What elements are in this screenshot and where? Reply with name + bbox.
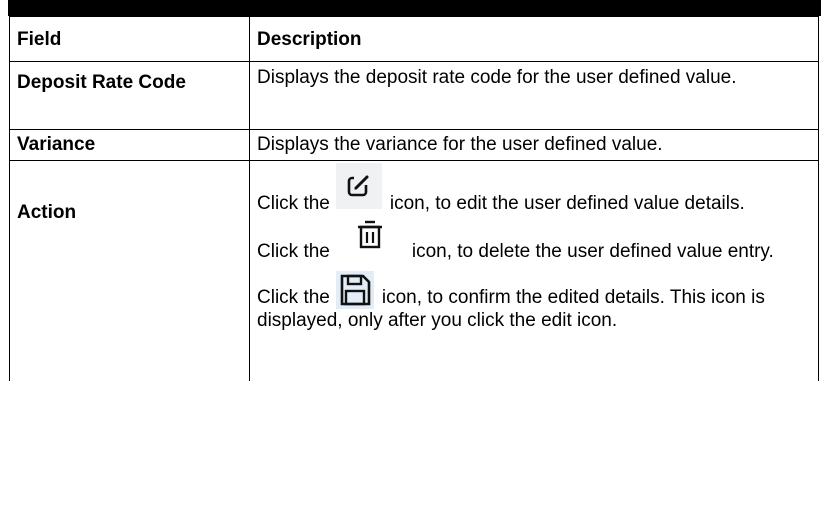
trash-icon	[356, 219, 384, 259]
save-icon	[335, 271, 374, 309]
field-deposit-rate-code: Deposit Rate Code	[9, 61, 250, 130]
table-row: Deposit Rate Code Displays the deposit r…	[9, 61, 819, 130]
field-description-table: Field Description Deposit Rate Code Disp…	[9, 16, 819, 381]
field-action: Action	[9, 160, 250, 381]
field-variance: Variance	[9, 129, 250, 161]
header-description: Description	[249, 16, 819, 62]
table-row: Variance Displays the variance for the u…	[9, 129, 819, 161]
description-variance: Displays the variance for the user defin…	[249, 129, 819, 161]
action-delete-text: Click the icon, to delete the user define…	[257, 215, 808, 263]
action-save-text: Click the icon, to confirm the edited det…	[257, 263, 808, 381]
description-deposit-rate-code: Displays the deposit rate code for the u…	[249, 61, 819, 130]
table-header-row: Field Description	[9, 16, 819, 62]
table-row: Action Click the icon, to edit the user d…	[9, 160, 819, 381]
edit-icon	[335, 163, 382, 209]
header-field: Field	[9, 16, 250, 62]
top-rule	[8, 0, 821, 16]
description-action: Click the icon, to edit the user defined …	[249, 160, 819, 381]
action-edit-text: Click the icon, to edit the user defined …	[257, 161, 808, 215]
